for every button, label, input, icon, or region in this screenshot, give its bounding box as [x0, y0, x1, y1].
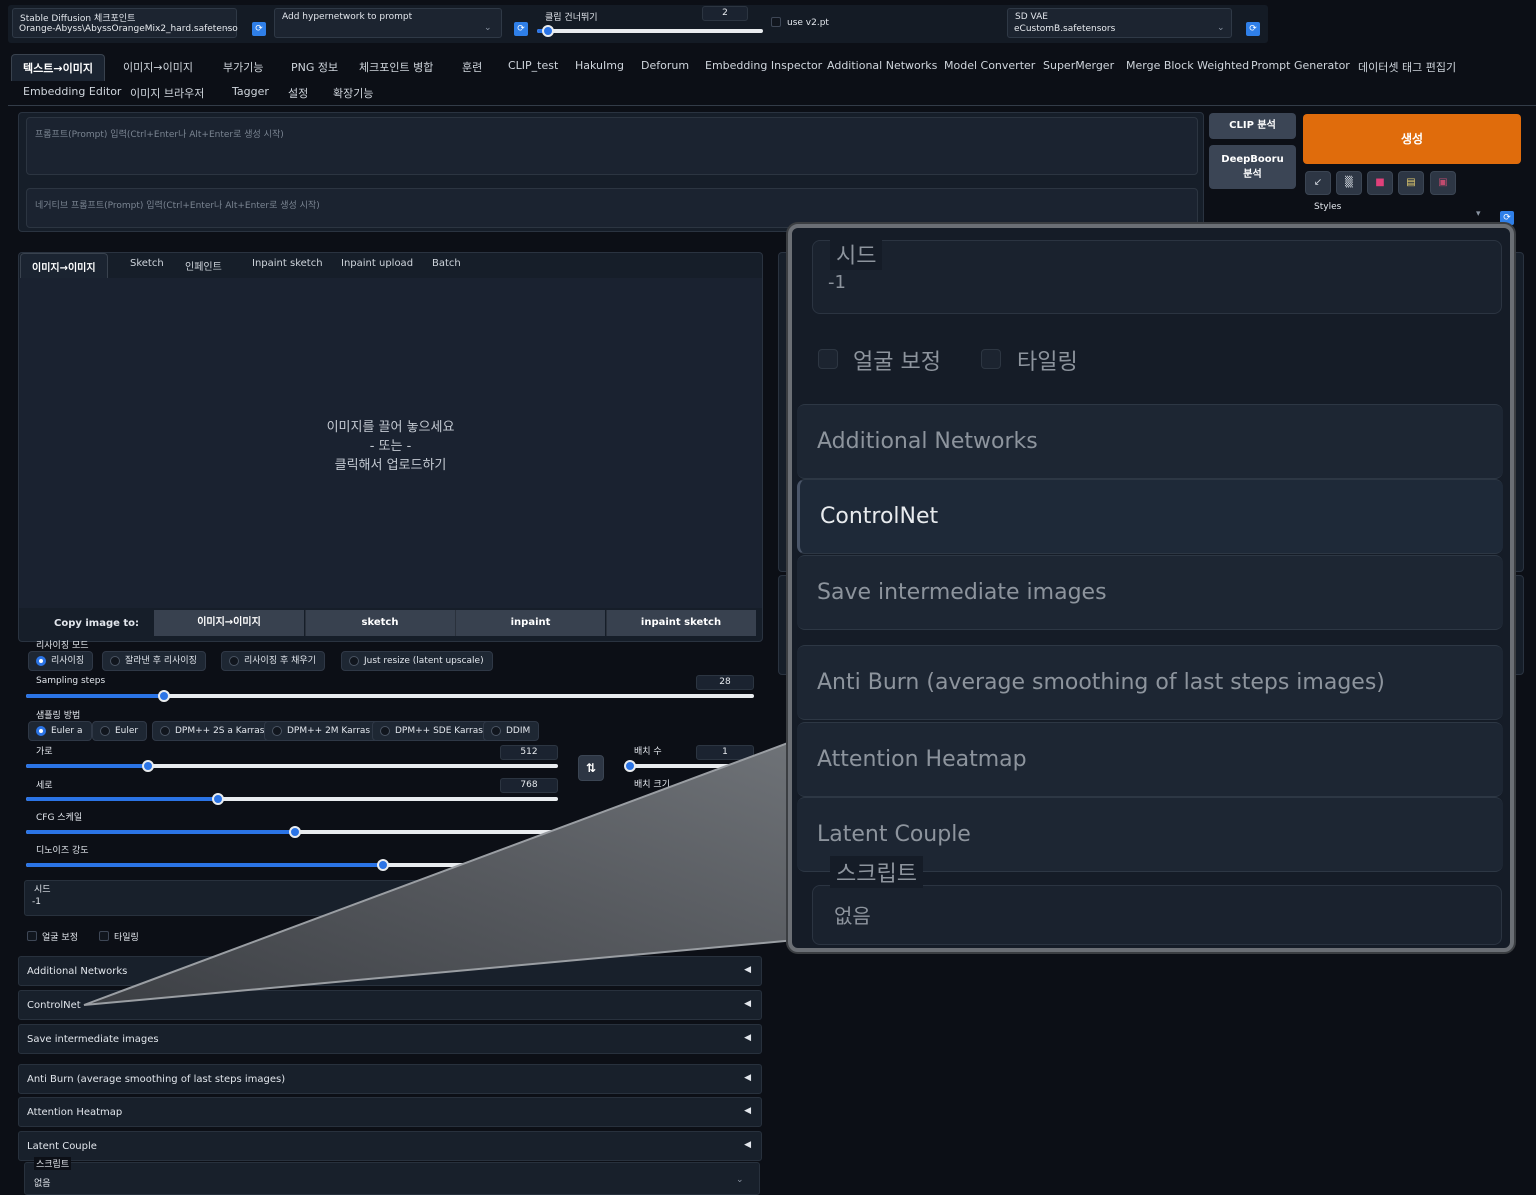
zoom-row-1: ControlNet [797, 479, 1503, 554]
zoom-row-label: ControlNet [820, 504, 939, 529]
zoom-script-box [812, 885, 1502, 945]
zoom-row-3: Anti Burn (average smoothing of last ste… [797, 645, 1503, 720]
zoom-row-0: Additional Networks [797, 404, 1503, 479]
zoom-seed-label: 시드 [830, 238, 883, 270]
zoom-row-label: Additional Networks [817, 429, 1038, 454]
zoom-row-label: Save intermediate images [817, 580, 1107, 605]
zoom-row-2: Save intermediate images [797, 555, 1503, 630]
zoom-seed-box [812, 240, 1502, 314]
zoom-restore-faces-checkbox [818, 349, 838, 369]
zoom-script-value: 없음 [834, 904, 871, 928]
zoom-seed-value: -1 [828, 272, 846, 293]
zoom-row-label: Latent Couple [817, 822, 971, 847]
zoom-script-label: 스크립트 [830, 856, 923, 888]
zoom-row-label: Anti Burn (average smoothing of last ste… [817, 670, 1385, 695]
zoom-row-4: Attention Heatmap [797, 722, 1503, 797]
zoom-tiling-label: 타일링 [1017, 350, 1078, 375]
zoom-row-label: Attention Heatmap [817, 747, 1027, 772]
zoom-tiling-checkbox [981, 349, 1001, 369]
zoom-restore-faces-label: 얼굴 보정 [853, 350, 941, 375]
